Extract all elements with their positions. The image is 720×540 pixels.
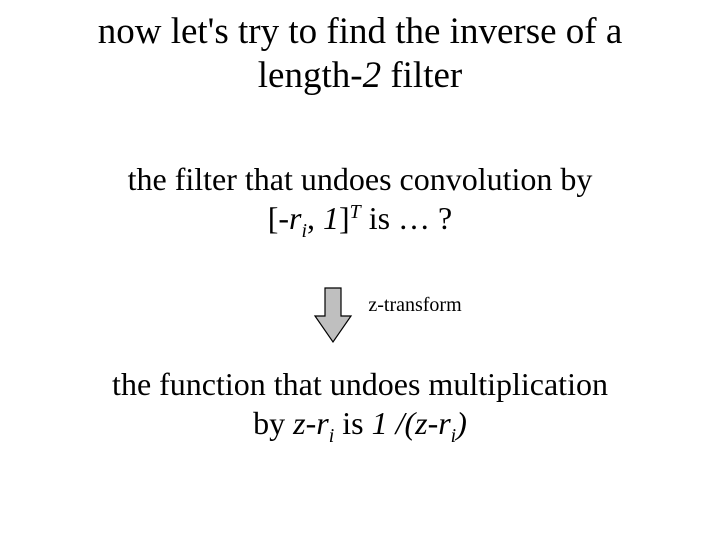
p3-rhsi: i	[451, 425, 457, 447]
para2-line-1: the filter that undoes convolution by	[128, 160, 593, 199]
p3-by: by	[253, 405, 293, 441]
p2-rb: ]	[339, 200, 350, 236]
para3-line-1: the function that undoes multiplication	[112, 365, 608, 404]
para3-block: the function that undoes multiplication …	[0, 365, 720, 448]
p2-lb: [-	[268, 200, 289, 236]
para2-block: the filter that undoes convolution by [-…	[0, 160, 720, 243]
title-line-2: length-2 filter	[258, 54, 462, 98]
p3-lhsz: z-r	[293, 405, 329, 441]
p2-sp1	[315, 200, 323, 236]
p3-one: 1	[372, 405, 388, 441]
title-line-1: now let's try to find the inverse of a	[98, 10, 623, 54]
p3-sp	[364, 405, 372, 441]
title-text-1: now let's try to find the inverse of a	[98, 11, 623, 52]
slide: now let's try to find the inverse of a l…	[0, 0, 720, 540]
p2-T: T	[350, 201, 361, 223]
title-text-2a: length-	[258, 55, 363, 96]
p2-sub: i	[302, 220, 308, 242]
p2-comma: ,	[307, 200, 315, 236]
para2-line-2: [-ri, 1]T is … ?	[268, 199, 453, 243]
p3-rhsz: z-r	[415, 405, 451, 441]
p2-r: r	[289, 200, 301, 236]
title-text-2-two: 2	[363, 55, 382, 96]
arrow-label-block: z-transform	[0, 295, 720, 315]
title-text-2b: filter	[381, 55, 462, 96]
p3-div: /(	[388, 405, 416, 441]
para3-text-1: the function that undoes multiplication	[112, 366, 608, 402]
para3-line-2: by z-ri is 1 /(z-ri)	[253, 404, 467, 448]
arrow-label: z-transform	[368, 294, 461, 316]
para2-text-1: the filter that undoes convolution by	[128, 161, 593, 197]
p3-lhsi: i	[329, 425, 335, 447]
title-block: now let's try to find the inverse of a l…	[0, 10, 720, 99]
p2-post: is … ?	[361, 200, 453, 236]
p3-is: is	[334, 405, 363, 441]
p3-close: )	[456, 405, 467, 441]
p2-one: 1	[323, 200, 339, 236]
